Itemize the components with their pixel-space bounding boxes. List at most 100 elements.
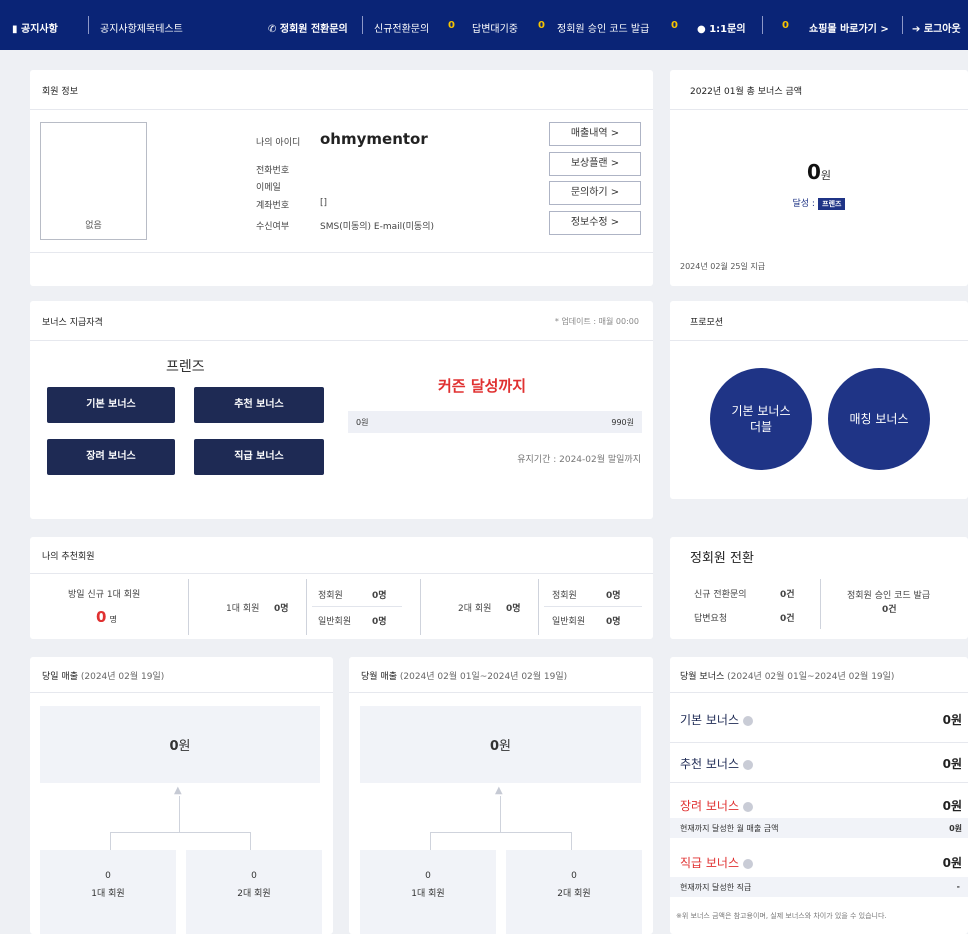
account-label: 계좌번호: [256, 201, 290, 211]
card-header: 당월 보너스 (2024년 02월 01일~2024년 02월 19일): [670, 657, 968, 693]
regular-conversion-card: 정회원 전환 신규 전환문의 0건 답변요청 0건 정회원 승인 코드 발급 0…: [670, 537, 968, 639]
one-on-one-link[interactable]: ● 1:1문의: [697, 20, 746, 35]
referral-bonus-label: 추천 보너스: [680, 755, 754, 772]
logout-link[interactable]: ➔ 로그아웃: [912, 20, 961, 35]
bonus-total: 0원: [670, 160, 968, 184]
basic-bonus-row: 기본 보너스 0원: [670, 693, 968, 743]
info-icon[interactable]: [743, 715, 754, 726]
card-title: 정회원 전환: [690, 551, 754, 566]
card-header: 당월 매출 (2024년 02월 01일~2024년 02월 19일): [349, 657, 653, 693]
tree-line: [430, 832, 571, 833]
promo-basic-double[interactable]: 기본 보너스 더블: [710, 368, 812, 470]
monthly-sales-total: 0원: [360, 735, 641, 754]
monthly-sales-total-box: 0원: [360, 706, 641, 783]
card-title: 보너스 지급자격: [42, 318, 103, 328]
progress-bar: 0원 990원: [348, 411, 642, 433]
monthly-gen2-label: 2대 회원: [557, 889, 591, 899]
divider: [306, 579, 307, 635]
gen2-regular-value: 0명: [606, 591, 621, 601]
daily-gen1-label: 1대 회원: [91, 889, 125, 899]
info-icon[interactable]: [743, 858, 754, 869]
tree-line: [110, 832, 111, 850]
gen1-regular-value: 0명: [372, 591, 387, 601]
account-value: []: [320, 198, 328, 208]
edit-info-button[interactable]: 정보수정 >: [549, 211, 641, 235]
referral-bonus-button[interactable]: 추천 보너스: [194, 387, 324, 423]
code-issue-link[interactable]: 정회원 승인 코드 발급: [557, 20, 649, 35]
divider: [762, 16, 763, 34]
sales-history-button[interactable]: 매출내역 >: [549, 122, 641, 146]
new-conversion-label: 신규 전환문의: [694, 590, 747, 600]
monthly-bonus-detail-card: 당월 보너스 (2024년 02월 01일~2024년 02월 19일) 기본 …: [670, 657, 968, 934]
divider: [820, 579, 821, 629]
promotion-card: 프로모션 기본 보너스 더블 매칭 보너스: [670, 301, 968, 499]
progress-start-label: 0원: [356, 418, 369, 427]
card-title: 당월 매출 (2024년 02월 01일~2024년 02월 19일): [361, 669, 567, 682]
daily-sales-total-unit: 원: [178, 739, 191, 754]
update-note: * 업데이트 : 매월 00:00: [554, 317, 639, 326]
achievement-badge: 프렌즈: [818, 198, 846, 210]
my-referrals-card: 나의 추천회원 방일 신규 1대 회원 0 명 1대 회원 0명 정회원 0명 …: [30, 537, 653, 639]
tree-line: [500, 796, 501, 832]
monthly-gen2-value: 0: [571, 871, 577, 881]
megaphone-icon: ▮: [12, 24, 18, 35]
inquiry-button[interactable]: 문의하기 >: [549, 181, 641, 205]
tree-line: [430, 832, 431, 850]
reward-plan-button[interactable]: 보상플랜 >: [549, 152, 641, 176]
monthly-gen1-label: 1대 회원: [411, 889, 445, 899]
notice-title-link[interactable]: 공지사항제목테스트: [100, 20, 183, 35]
bonus-total-unit: 원: [820, 169, 832, 182]
phone-label: 전화번호: [256, 166, 290, 176]
gen1-normal-label: 일반회원: [318, 617, 352, 627]
encourage-bonus-row: 장려 보너스 0원: [670, 783, 968, 817]
monthly-bonus-detail-title: 당월 보너스: [680, 672, 725, 682]
daily-gen2-box: 0 2대 회원: [186, 850, 322, 934]
divider: [420, 579, 421, 635]
notice-link[interactable]: ▮ 공지사항: [12, 20, 58, 35]
basic-bonus-button[interactable]: 기본 보너스: [47, 387, 175, 423]
divider: [538, 579, 539, 635]
card-header: 2022년 01월 총 보너스 금액: [670, 70, 968, 110]
tree-line: [179, 796, 180, 832]
tree-line: [110, 832, 250, 833]
monthly-gen1-box: 0 1대 회원: [360, 850, 496, 934]
member-info-card: 회원 정보 없음 나의 아이디 ohmymentor 전화번호 이메일 계좌번호…: [30, 70, 653, 286]
new-inquiry-count: 0: [448, 20, 455, 31]
info-icon[interactable]: [743, 759, 754, 770]
rank-sub-label: 현재까지 달성한 직급: [680, 883, 752, 892]
monthly-sales-card: 당월 매출 (2024년 02월 01일~2024년 02월 19일) 0원 ▲…: [349, 657, 653, 934]
monthly-bonus-total-card: 2022년 01월 총 보너스 금액 0원 달성 : 프렌즈 2024년 02월…: [670, 70, 968, 286]
gen2-value: 0명: [506, 604, 521, 614]
id-label: 나의 아이디: [256, 138, 301, 148]
divider: [902, 16, 903, 34]
info-icon[interactable]: [743, 801, 754, 812]
divider: [312, 606, 402, 607]
code-issue-label: 정회원 승인 코드 발급: [847, 591, 931, 601]
monthly-gen1-value: 0: [425, 871, 431, 881]
new-inquiry-link[interactable]: 신규전환문의: [374, 20, 429, 35]
waiting-count: 0: [538, 20, 545, 31]
promo-matching[interactable]: 매칭 보너스: [828, 368, 930, 470]
encourage-sub-value: 0원: [949, 824, 962, 833]
monthly-gen2-box: 0 2대 회원: [506, 850, 642, 934]
encourage-bonus-value: 0원: [942, 799, 962, 813]
daily-gen1-box: 0 1대 회원: [40, 850, 176, 934]
waiting-link[interactable]: 답변대기중: [472, 20, 518, 35]
card-header: 보너스 지급자격 * 업데이트 : 매월 00:00: [30, 301, 653, 341]
achievement: 달성 : 프렌즈: [670, 196, 968, 210]
encourage-bonus-label: 장려 보너스: [680, 797, 754, 814]
gen1-label: 1대 회원: [226, 604, 260, 614]
gen1-normal-value: 0명: [372, 617, 387, 627]
basic-bonus-value: 0원: [942, 713, 962, 727]
regular-inquiry-link[interactable]: ✆ 정회원 전환문의: [268, 20, 348, 35]
arrow-up-icon: ▲: [495, 785, 503, 796]
today-new-value: 0: [96, 608, 107, 626]
encourage-bonus-button[interactable]: 장려 보너스: [47, 439, 175, 475]
rank-bonus-label: 직급 보너스: [680, 854, 754, 871]
gen2-normal-value: 0명: [606, 617, 621, 627]
daily-sales-total: 0원: [40, 735, 320, 754]
mall-link[interactable]: 쇼핑몰 바로가기 >: [809, 20, 889, 35]
rank-bonus-button[interactable]: 직급 보너스: [194, 439, 324, 475]
bonus-footnote: ※위 보너스 금액은 참고용이며, 실제 보너스와 차이가 있을 수 있습니다.: [676, 912, 887, 920]
reply-request-value: 0건: [780, 614, 795, 624]
